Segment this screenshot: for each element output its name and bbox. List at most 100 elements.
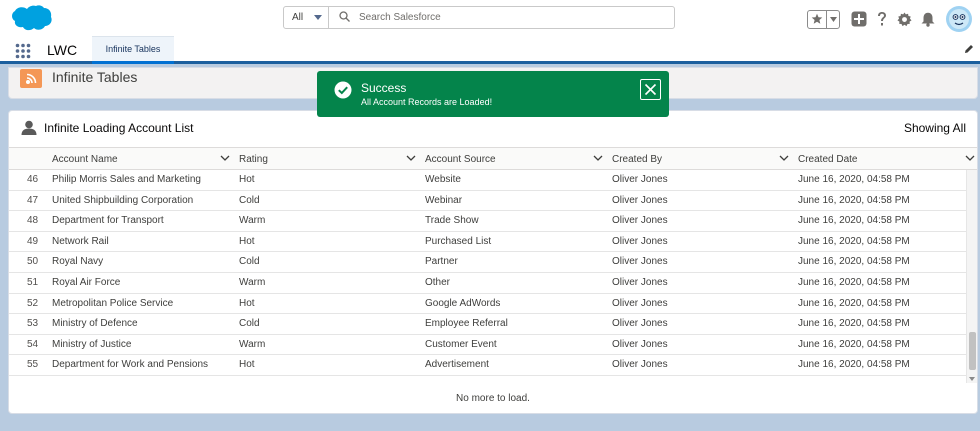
table-body: 46 Philip Morris Sales and Marketing Hot… bbox=[9, 170, 977, 376]
row-number: 49 bbox=[27, 235, 39, 247]
app-launcher-icon[interactable] bbox=[15, 43, 31, 62]
table-row[interactable]: 51 Royal Air Force Warm Other Oliver Jon… bbox=[9, 273, 977, 294]
created-date-cell: June 16, 2020, 04:58 PM bbox=[798, 318, 910, 330]
global-header: All bbox=[0, 0, 980, 36]
card-title: Infinite Loading Account List bbox=[44, 121, 194, 135]
rating-cell: Hot bbox=[239, 297, 255, 309]
row-number: 47 bbox=[27, 194, 39, 206]
table-row[interactable]: 50 Royal Navy Cold Partner Oliver Jones … bbox=[9, 252, 977, 273]
created-date-cell: June 16, 2020, 04:58 PM bbox=[798, 215, 910, 227]
table-row[interactable]: 46 Philip Morris Sales and Marketing Hot… bbox=[9, 170, 977, 191]
account-name-cell: Department for Transport bbox=[52, 215, 164, 227]
created-by-cell: Oliver Jones bbox=[612, 276, 668, 288]
scrollbar-thumb[interactable] bbox=[969, 332, 976, 370]
search-input[interactable] bbox=[359, 12, 659, 23]
created-date-cell: June 16, 2020, 04:58 PM bbox=[798, 194, 910, 206]
created-by-cell: Oliver Jones bbox=[612, 256, 668, 268]
chevron-down-icon[interactable] bbox=[827, 11, 839, 28]
created-by-cell: Oliver Jones bbox=[612, 297, 668, 309]
created-by-cell: Oliver Jones bbox=[612, 194, 668, 206]
chevron-down-icon[interactable] bbox=[965, 154, 975, 165]
table-row[interactable]: 54 Ministry of Justice Warm Customer Eve… bbox=[9, 335, 977, 356]
app-name: LWC bbox=[47, 42, 78, 58]
rating-cell: Cold bbox=[239, 318, 260, 330]
created-date-cell: June 16, 2020, 04:58 PM bbox=[798, 174, 910, 185]
account-source-cell: Partner bbox=[425, 256, 458, 268]
column-label: Created Date bbox=[798, 153, 858, 165]
chevron-down-icon[interactable] bbox=[220, 154, 230, 165]
created-by-cell: Oliver Jones bbox=[612, 215, 668, 227]
table-row[interactable]: 47 United Shipbuilding Corporation Cold … bbox=[9, 191, 977, 212]
table-row[interactable]: 48 Department for Transport Warm Trade S… bbox=[9, 211, 977, 232]
check-circle-icon bbox=[334, 81, 352, 102]
rating-cell: Cold bbox=[239, 194, 260, 206]
close-icon[interactable] bbox=[640, 79, 661, 100]
row-number: 54 bbox=[27, 338, 39, 350]
column-label: Created By bbox=[612, 153, 663, 165]
avatar-icon[interactable] bbox=[946, 6, 972, 32]
search-scope-label: All bbox=[292, 12, 304, 23]
pencil-icon[interactable] bbox=[964, 44, 974, 57]
account-name-cell: Ministry of Defence bbox=[52, 318, 138, 330]
tab-infinite-tables[interactable]: Infinite Tables bbox=[92, 36, 174, 64]
user-icon bbox=[21, 120, 37, 138]
row-number: 51 bbox=[27, 276, 39, 288]
table-row[interactable]: 53 Ministry of Defence Cold Employee Ref… bbox=[9, 314, 977, 335]
chevron-down-icon[interactable] bbox=[779, 154, 789, 165]
table-row[interactable]: 52 Metropolitan Police Service Hot Googl… bbox=[9, 294, 977, 315]
column-header-rating[interactable]: Rating bbox=[239, 148, 420, 170]
account-source-cell: Other bbox=[425, 276, 451, 288]
column-header-created-date[interactable]: Created Date bbox=[798, 148, 977, 170]
column-label: Account Source bbox=[425, 153, 496, 165]
global-search: All bbox=[283, 6, 675, 29]
column-header-created-by[interactable]: Created By bbox=[612, 148, 793, 170]
help-icon[interactable] bbox=[876, 11, 888, 27]
created-by-cell: Oliver Jones bbox=[612, 338, 668, 350]
table-row[interactable]: 49 Network Rail Hot Purchased List Olive… bbox=[9, 232, 977, 253]
column-header-account-source[interactable]: Account Source bbox=[425, 148, 607, 170]
created-date-cell: June 16, 2020, 04:58 PM bbox=[798, 256, 910, 268]
row-number: 50 bbox=[27, 256, 39, 268]
created-date-cell: June 16, 2020, 04:58 PM bbox=[798, 338, 910, 350]
created-date-cell: June 16, 2020, 04:58 PM bbox=[798, 297, 910, 309]
toast-title: Success bbox=[361, 81, 407, 95]
table-header: Account Name Rating Account Source Creat… bbox=[9, 147, 977, 170]
chevron-down-icon[interactable] bbox=[406, 154, 416, 165]
account-name-cell: Metropolitan Police Service bbox=[52, 297, 174, 309]
row-number: 53 bbox=[27, 318, 39, 330]
favorites-button[interactable] bbox=[807, 9, 840, 29]
account-source-cell: Website bbox=[425, 174, 461, 185]
chevron-down-icon[interactable] bbox=[593, 154, 603, 165]
rating-cell: Hot bbox=[239, 174, 255, 185]
account-name-cell: Philip Morris Sales and Marketing bbox=[52, 174, 201, 185]
row-number: 55 bbox=[27, 359, 39, 371]
header-utility-bar bbox=[807, 6, 980, 32]
gear-icon[interactable] bbox=[897, 11, 912, 27]
rating-cell: Hot bbox=[239, 235, 255, 247]
column-header-account-name[interactable]: Account Name bbox=[52, 148, 234, 170]
created-by-cell: Oliver Jones bbox=[612, 359, 668, 371]
table-row[interactable]: 55 Department for Work and Pensions Hot … bbox=[9, 355, 977, 376]
account-source-cell: Employee Referral bbox=[425, 318, 508, 330]
rating-cell: Hot bbox=[239, 359, 255, 371]
scroll-down-icon[interactable] bbox=[969, 377, 975, 381]
star-icon[interactable] bbox=[808, 10, 827, 28]
page-title: Infinite Tables bbox=[52, 69, 138, 85]
rating-cell: Warm bbox=[239, 338, 266, 350]
created-by-cell: Oliver Jones bbox=[612, 235, 668, 247]
created-date-cell: June 16, 2020, 04:58 PM bbox=[798, 235, 910, 247]
salesforce-cloud-icon[interactable] bbox=[9, 5, 53, 35]
created-date-cell: June 16, 2020, 04:58 PM bbox=[798, 359, 910, 371]
bell-icon[interactable] bbox=[921, 12, 935, 27]
rating-cell: Warm bbox=[239, 276, 266, 288]
plus-icon[interactable] bbox=[851, 11, 867, 27]
tab-label: Infinite Tables bbox=[105, 44, 161, 54]
account-name-cell: Ministry of Justice bbox=[52, 338, 132, 350]
search-scope-dropdown[interactable]: All bbox=[284, 7, 329, 28]
search-field bbox=[329, 7, 674, 28]
table-scrollbar[interactable] bbox=[966, 170, 977, 383]
toast-message: All Account Records are Loaded! bbox=[361, 97, 493, 107]
created-by-cell: Oliver Jones bbox=[612, 318, 668, 330]
account-name-cell: Network Rail bbox=[52, 235, 109, 247]
rating-cell: Cold bbox=[239, 256, 260, 268]
